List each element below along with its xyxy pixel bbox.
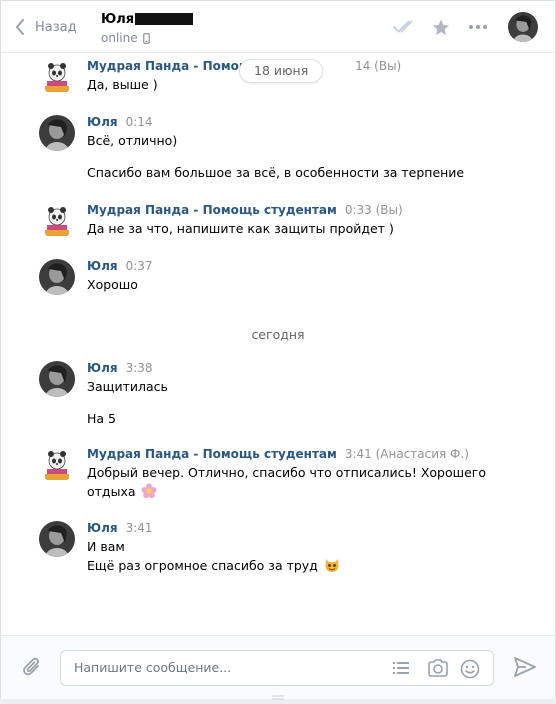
- message-body: Мудрая Панда - Помощь студентам 0:33 (Вы…: [87, 203, 517, 237]
- message-body: Юля 3:41 И вам Ещё раз огромное спасибо …: [87, 521, 517, 574]
- cat-emoji-icon: [325, 559, 339, 572]
- user-avatar-photo-icon: [39, 521, 75, 557]
- panda-avatar-icon: [39, 59, 75, 95]
- author-avatar[interactable]: [39, 115, 75, 151]
- send-button[interactable]: [514, 657, 536, 680]
- message-text: На 5: [87, 411, 116, 426]
- message-body: Юля 0:14 Всё, отлично): [87, 115, 517, 149]
- message-text: отдыха: [87, 484, 136, 499]
- message-text: Спасибо вам большое за всё, в особенност…: [87, 165, 465, 180]
- message-time[interactable]: 14 (Вы): [355, 59, 401, 73]
- author-avatar[interactable]: [39, 59, 75, 95]
- peer-avatar-photo-icon: [508, 12, 538, 42]
- message-input-placeholder: Напишите сообщение...: [74, 660, 232, 675]
- message-meta: Мудрая Панда - Помощь студентам 0:33 (Вы…: [87, 203, 517, 217]
- author-name[interactable]: Юля: [87, 361, 118, 375]
- chat-header: Назад Юля online: [1, 1, 555, 53]
- message-time[interactable]: 3:41 (Анастасия Ф.): [345, 447, 469, 461]
- message-text: Хорошо: [87, 277, 138, 292]
- message-body: Юля 0:37 Хорошо: [87, 259, 517, 293]
- peer-name[interactable]: Юля: [101, 12, 134, 27]
- back-label: Назад: [35, 19, 77, 35]
- message[interactable]: Мудрая Панда - Помощь студентам 3:41 (Ан…: [39, 447, 529, 507]
- camera-button[interactable]: [427, 659, 449, 680]
- user-avatar-photo-icon: [39, 115, 75, 151]
- resize-handle[interactable]: [272, 689, 284, 700]
- message-meta: Мудрая Панда - Помощь студентам 3:41 (Ан…: [87, 447, 517, 461]
- peer-status: online: [101, 31, 150, 45]
- message-text: Добрый вечер. Отлично, спасибо что отпис…: [87, 465, 486, 480]
- chat-window: Назад Юля online Мудрая Панда - Помощь с…: [0, 0, 556, 700]
- panda-avatar-icon: [39, 447, 75, 483]
- message-text-line: отдыха: [87, 483, 517, 500]
- author-name[interactable]: Юля: [87, 521, 118, 535]
- user-avatar-photo-icon: [39, 361, 75, 397]
- message-text: Да не за что, напишите как защиты пройде…: [87, 221, 394, 236]
- emoji-button[interactable]: [460, 659, 480, 682]
- date-pill[interactable]: 18 июня: [239, 59, 324, 83]
- message[interactable]: Юля 0:37 Хорошо: [39, 259, 529, 299]
- message-meta: Юля 3:41: [87, 521, 517, 535]
- author-avatar[interactable]: [39, 447, 75, 483]
- author-avatar[interactable]: [39, 521, 75, 557]
- grip-icon: [272, 695, 284, 700]
- author-avatar[interactable]: [39, 203, 75, 239]
- double-check-icon: [393, 20, 413, 33]
- redaction-bar: [135, 13, 193, 25]
- send-icon: [514, 657, 536, 677]
- message[interactable]: Мудрая Панда - Помощь студентам 0:33 (Вы…: [39, 203, 529, 243]
- date-separator: сегодня: [251, 327, 305, 342]
- status-text: online: [101, 31, 138, 45]
- panda-avatar-icon: [39, 203, 75, 239]
- flower-emoji-icon: [141, 483, 157, 499]
- message-time[interactable]: 3:38: [126, 361, 153, 375]
- peer-avatar[interactable]: [508, 12, 538, 42]
- message-text: Всё, отлично): [87, 133, 178, 148]
- author-name[interactable]: Мудрая Панда - Помощь студентам: [87, 203, 337, 217]
- smile-icon: [460, 659, 480, 679]
- read-status-button[interactable]: [393, 16, 417, 38]
- templates-button[interactable]: [392, 659, 410, 680]
- message-text: И вам: [87, 539, 125, 554]
- message-list[interactable]: Мудрая Панда - Помощь с 14 (Вы) Да, выше…: [1, 54, 555, 634]
- author-name[interactable]: Юля: [87, 115, 118, 129]
- star-icon: [433, 19, 449, 35]
- message-meta: Юля 0:14: [87, 115, 517, 129]
- message-meta: Юля 0:37: [87, 259, 517, 273]
- message[interactable]: Юля 0:14 Всё, отлично) Спасибо вам больш…: [39, 115, 529, 185]
- list-icon: [393, 662, 409, 674]
- message[interactable]: Юля 3:41 И вам Ещё раз огромное спасибо …: [39, 521, 529, 581]
- mobile-icon: [142, 32, 150, 44]
- user-avatar-photo-icon: [39, 259, 75, 295]
- favorite-button[interactable]: [429, 16, 453, 38]
- message-text-line: Ещё раз огромное спасибо за труд: [87, 557, 517, 574]
- chevron-left-icon: [16, 19, 24, 35]
- back-button[interactable]: Назад: [15, 15, 77, 39]
- message-text: Ещё раз огромное спасибо за труд: [87, 558, 318, 573]
- more-icon: [469, 25, 487, 29]
- attach-button[interactable]: [23, 657, 43, 682]
- message-body: Юля 3:38 Защитилась: [87, 361, 517, 395]
- paperclip-icon: [23, 657, 39, 676]
- message-time[interactable]: 0:14: [126, 115, 153, 129]
- camera-icon: [428, 659, 448, 677]
- message-time[interactable]: 0:37: [126, 259, 153, 273]
- author-name[interactable]: Юля: [87, 259, 118, 273]
- more-button[interactable]: [466, 16, 490, 38]
- author-avatar[interactable]: [39, 259, 75, 295]
- message-input[interactable]: Напишите сообщение...: [60, 650, 494, 686]
- message-time[interactable]: 3:41: [126, 521, 153, 535]
- message-time[interactable]: 0:33 (Вы): [345, 203, 403, 217]
- message-text: Защитилась: [87, 379, 168, 394]
- message-meta: Юля 3:38: [87, 361, 517, 375]
- message[interactable]: Юля 3:38 Защитилась На 5: [39, 361, 529, 431]
- author-avatar[interactable]: [39, 361, 75, 397]
- message-body: Мудрая Панда - Помощь студентам 3:41 (Ан…: [87, 447, 517, 500]
- author-name[interactable]: Мудрая Панда - Помощь студентам: [87, 447, 337, 461]
